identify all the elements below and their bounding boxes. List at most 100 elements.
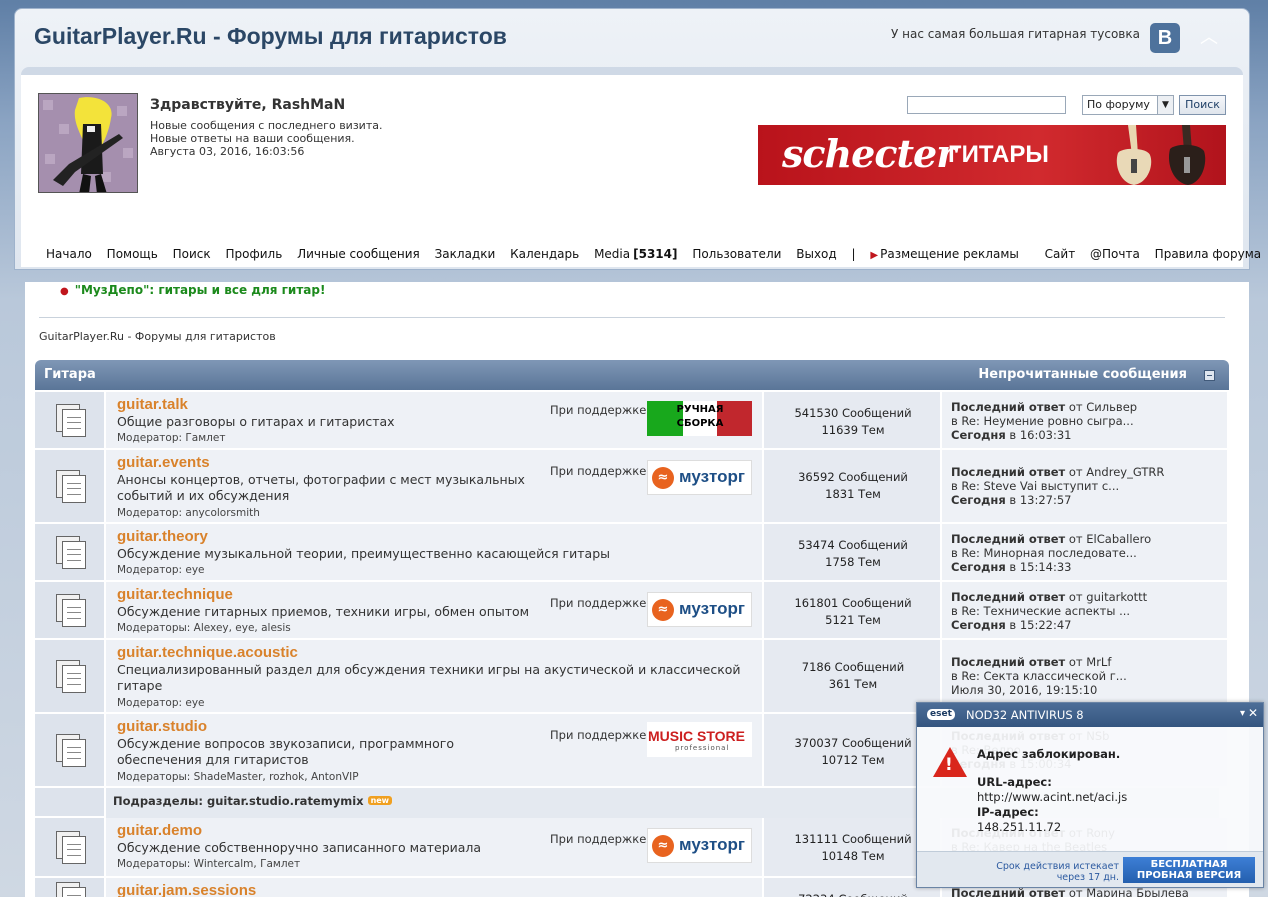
post-count: 36592 Сообщений — [798, 470, 908, 484]
bullet-icon: ● — [60, 286, 69, 297]
forum-moderators[interactable]: Модератор: anycolorsmith — [117, 507, 260, 519]
last-post-user-link[interactable]: от Andrey_GTRR — [1069, 465, 1164, 479]
vk-icon[interactable]: B — [1150, 23, 1180, 53]
last-post-cell: Последний ответ от guitarkottt в Re: Техн… — [942, 582, 1229, 640]
forum-moderators[interactable]: Модератор: eye — [117, 697, 205, 709]
forum-name-link[interactable]: guitar.technique.acoustic — [117, 644, 298, 661]
forum-read-icon[interactable] — [56, 831, 88, 865]
forum-name-link[interactable]: guitar.theory — [117, 528, 208, 545]
last-post-topic-link[interactable]: в Re: Технические аспекты ... — [951, 604, 1130, 618]
site-slogan: У нас самая большая гитарная тусовка — [891, 27, 1140, 41]
forum-read-icon[interactable] — [56, 882, 88, 897]
search-button[interactable]: Поиск — [1179, 95, 1226, 115]
last-post-label: Последний ответ — [951, 400, 1066, 414]
sponsor-logo-subtext: professional — [675, 744, 730, 752]
sponsor-logo-muztorg[interactable]: ≈ музторг — [647, 460, 752, 495]
last-post-cell: Последний ответ от ElCaballero в Re: Мино… — [942, 524, 1229, 582]
last-post-user-link[interactable]: от ElCaballero — [1069, 532, 1151, 546]
promo-text: "МузДепо": гитары и все для гитар! — [74, 283, 326, 297]
category-title[interactable]: Гитара — [44, 367, 96, 382]
last-post-day: Сегодня — [951, 493, 1006, 507]
forum-moderators[interactable]: Модератор: eye — [117, 564, 205, 576]
last-post-topic-link[interactable]: в Re: Steve Vai выступит с... — [951, 479, 1119, 493]
nav-rules[interactable]: Правила форума — [1155, 247, 1261, 261]
nav-site[interactable]: Сайт — [1045, 247, 1076, 261]
nav-mail[interactable]: @Почта — [1090, 247, 1140, 261]
forum-name-link[interactable]: guitar.studio — [117, 718, 207, 735]
sponsor-label: При поддержке — [550, 464, 647, 478]
last-post-topic-link[interactable]: в Re: Минорная последовате... — [951, 546, 1137, 560]
nav-home[interactable]: Начало — [46, 247, 92, 261]
new-posts-link[interactable]: Новые сообщения с последнего визита. — [150, 119, 382, 132]
chevron-down-icon[interactable]: ▾ — [1240, 708, 1245, 719]
forum-moderators[interactable]: Модераторы: ShadeMaster, rozhok, AntonVI… — [117, 771, 359, 783]
breadcrumb[interactable]: GuitarPlayer.Ru - Форумы для гитаристов — [39, 330, 276, 343]
search-input[interactable] — [907, 96, 1066, 114]
sponsor-logo-muztorg[interactable]: ≈ музторг — [647, 592, 752, 627]
forum-name-link[interactable]: guitar.jam.sessions — [117, 882, 256, 897]
post-count: 7186 Сообщений — [801, 660, 905, 674]
sponsor-logo-muztorg[interactable]: ≈ музторг — [647, 828, 752, 863]
avatar[interactable] — [38, 93, 138, 193]
forum-stats-cell: 541530 Сообщений 11639 Тем — [764, 392, 942, 450]
last-post-time: Сегодня в 13:27:57 — [951, 493, 1072, 507]
nav-calendar[interactable]: Календарь — [510, 247, 579, 261]
close-icon[interactable]: ✕ — [1248, 706, 1258, 720]
nav-help[interactable]: Помощь — [107, 247, 158, 261]
nav-profile[interactable]: Профиль — [225, 247, 282, 261]
nav-bookmarks[interactable]: Закладки — [435, 247, 496, 261]
sponsor-logo-ruchnaya[interactable]: РУЧНАЯ СБОРКА — [647, 401, 752, 436]
forum-info-cell: guitar.demo Обсуждение собственноручно за… — [106, 818, 764, 878]
subforum-link[interactable]: guitar.studio.ratemymix — [207, 794, 364, 808]
forum-row: guitar.theory Обсуждение музыкальной теор… — [35, 524, 1229, 582]
forum-icon-cell — [35, 392, 106, 450]
sponsor-logo-musicstore[interactable]: MUSIC STORE professional — [647, 722, 752, 757]
forum-read-icon[interactable] — [56, 660, 88, 694]
promo-link[interactable]: ● "МузДепо": гитары и все для гитар! — [60, 283, 325, 297]
forum-info-cell: guitar.talk Общие разговоры о гитарах и г… — [106, 392, 764, 450]
last-post-topic-link[interactable]: в Re: Секта классической г... — [951, 669, 1127, 683]
forum-name-link[interactable]: guitar.demo — [117, 822, 202, 839]
forum-moderators[interactable]: Модераторы: Alexey, eye, alesis — [117, 622, 291, 634]
site-title[interactable]: GuitarPlayer.Ru - Форумы для гитаристов — [34, 23, 507, 50]
search-scope-select[interactable]: По форуму ▼ — [1082, 95, 1174, 115]
warning-mark: ! — [945, 755, 953, 775]
forum-read-icon[interactable] — [56, 470, 88, 504]
nod32-url: http://www.acint.net/aci.js — [977, 790, 1128, 804]
nav-ads[interactable]: ▶ Размещение рекламы — [870, 247, 1029, 261]
nav-media-count: [5314] — [633, 247, 678, 261]
last-post-label: Последний ответ — [951, 590, 1066, 604]
nav-media[interactable]: Media [5314] — [594, 247, 677, 261]
last-post-user-link[interactable]: от MrLf — [1069, 655, 1112, 669]
forum-stats-cell: 161801 Сообщений 5121 Тем — [764, 582, 942, 640]
last-post-user-link[interactable]: от guitarkottt — [1069, 590, 1147, 604]
new-replies-link[interactable]: Новые ответы на ваши сообщения. — [150, 132, 355, 145]
forum-description: Специализированный раздел для обсуждения… — [117, 662, 741, 693]
forum-name-link[interactable]: guitar.technique — [117, 586, 233, 603]
post-count: 53474 Сообщений — [798, 538, 908, 552]
last-post-topic-link[interactable]: в Re: Неумение ровно сыгра... — [951, 414, 1134, 428]
forum-read-icon[interactable] — [56, 536, 88, 570]
forum-read-icon[interactable] — [56, 734, 88, 768]
forum-name-link[interactable]: guitar.events — [117, 454, 210, 471]
schecter-banner[interactable]: schecter ГИТАРЫ — [758, 125, 1226, 185]
nod32-trial-button[interactable]: БЕСПЛАТНАЯ ПРОБНАЯ ВЕРСИЯ — [1123, 857, 1255, 883]
forum-info-cell: guitar.theory Обсуждение музыкальной теор… — [106, 524, 764, 582]
nav-search[interactable]: Поиск — [173, 247, 211, 261]
forum-read-icon[interactable] — [56, 404, 88, 438]
forum-moderators[interactable]: Модератор: Гамлет — [117, 432, 225, 444]
muztorg-icon: ≈ — [652, 835, 674, 857]
nod32-popup: eset NOD32 ANTIVIRUS 8 ▾ ✕ ! Адрес забло… — [916, 702, 1264, 888]
forum-moderators[interactable]: Модераторы: Wintercalm, Гамлет — [117, 858, 300, 870]
main-nav: Начало Помощь Поиск Профиль Личные сообщ… — [46, 247, 1268, 261]
nav-media-label: Media — [594, 247, 631, 261]
unread-posts-link[interactable]: Непрочитанные сообщения — [978, 367, 1187, 382]
nav-users[interactable]: Пользователи — [692, 247, 781, 261]
forum-name-link[interactable]: guitar.talk — [117, 396, 188, 413]
nav-messages[interactable]: Личные сообщения — [297, 247, 420, 261]
collapse-category-icon[interactable] — [1204, 370, 1215, 381]
last-post-user-link[interactable]: от Сильвер — [1069, 400, 1137, 414]
nav-logout[interactable]: Выход — [796, 247, 836, 261]
collapse-header-icon[interactable]: ︿ — [1200, 23, 1218, 49]
forum-read-icon[interactable] — [56, 594, 88, 628]
